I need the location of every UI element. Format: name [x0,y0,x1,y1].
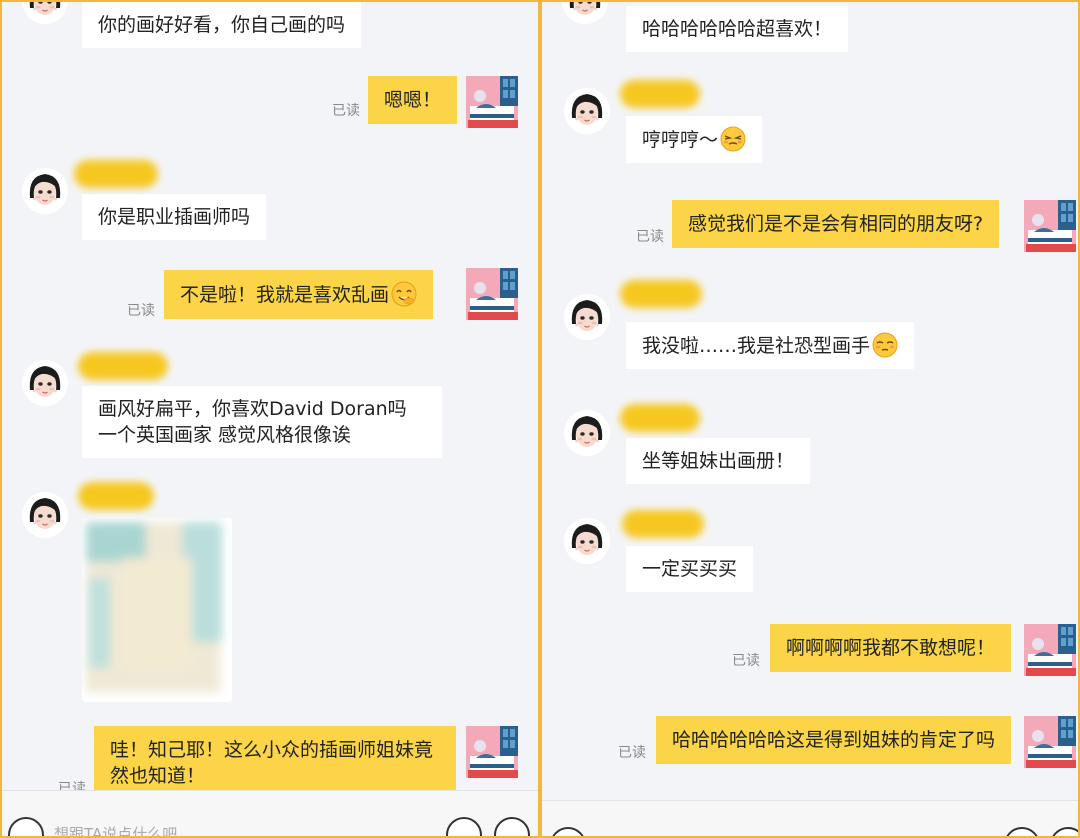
blurred-contact-name [620,80,700,108]
contact-avatar[interactable] [22,360,68,406]
blurred-contact-name [620,404,700,432]
incoming-message: 你的画好好看，你自己画的吗 [82,2,362,48]
contact-avatar[interactable] [22,492,68,538]
incoming-message: 你是职业插画师吗 [82,194,267,240]
voice-icon[interactable] [8,817,44,836]
my-avatar[interactable] [466,726,518,778]
read-receipt: 已读 [127,303,155,319]
blurred-image [82,518,232,702]
contact-avatar[interactable] [564,410,610,456]
my-avatar[interactable] [466,268,518,320]
contact-avatar[interactable] [22,168,68,214]
contact-avatar[interactable] [564,518,610,564]
message-input-bar [542,800,1078,836]
image-message-blurred[interactable] [82,518,232,702]
incoming-message: 我没啦……我是社恐型画手 [626,322,915,369]
blurred-contact-name [622,510,704,538]
my-avatar[interactable] [466,76,518,128]
emoji-icon[interactable] [446,817,482,836]
contact-avatar[interactable] [564,88,610,134]
read-receipt: 已读 [332,103,360,119]
incoming-message: 哈哈哈哈哈哈超喜欢！ [626,6,849,52]
left-chat-panel: 你的画好好看，你自己画的吗 已读 嗯嗯！ 你是职业插画师吗 已读 不是啦！我就是… [2,2,538,836]
message-input[interactable]: 想跟TA说点什么吧 [54,823,177,836]
my-avatar[interactable] [1024,624,1076,676]
incoming-message: 画风好扁平，你喜欢David Doran吗 一个英国画家 感觉风格很像诶 [82,386,442,458]
read-receipt: 已读 [636,229,664,245]
covering-mouth-laugh-emoji [391,281,417,307]
outgoing-message: 哇！知己耶！这么小众的插画师姐妹竟然也知道！ [94,726,456,800]
outgoing-message: 哈哈哈哈哈哈这是得到姐妹的肯定了吗 [656,716,1012,764]
outgoing-message: 不是啦！我就是喜欢乱画 [164,270,434,319]
incoming-message: 坐等姐妹出画册！ [626,438,811,484]
shy-face-emoji [872,332,898,358]
message-input-bar: 想跟TA说点什么吧 [2,790,538,836]
plus-icon[interactable] [494,817,530,836]
contact-avatar[interactable] [22,2,68,24]
outgoing-message: 感觉我们是不是会有相同的朋友呀? [672,200,1000,248]
outgoing-message: 啊啊啊啊我都不敢想呢！ [770,624,1012,672]
blurred-contact-name [78,352,168,380]
right-chat-panel: 哈哈哈哈哈哈超喜欢！ 哼哼哼～ 已读 感觉我们是不是会有相同的朋友呀? 我没啦…… [542,2,1078,836]
my-avatar[interactable] [1024,200,1076,252]
read-receipt: 已读 [732,653,760,669]
blurred-contact-name [78,482,154,510]
my-avatar[interactable] [1024,716,1076,768]
blurred-contact-name [620,280,702,308]
voice-icon[interactable] [550,827,586,836]
contact-avatar[interactable] [562,2,608,24]
blurred-contact-name [74,160,158,188]
read-receipt: 已读 [618,745,646,761]
contact-avatar[interactable] [564,294,610,340]
outgoing-message: 嗯嗯！ [368,76,458,124]
emoji-icon[interactable] [1004,827,1040,836]
smug-face-emoji [720,126,746,152]
incoming-message: 哼哼哼～ [626,116,763,163]
incoming-message: 一定买买买 [626,546,754,592]
plus-icon[interactable] [1050,827,1078,836]
